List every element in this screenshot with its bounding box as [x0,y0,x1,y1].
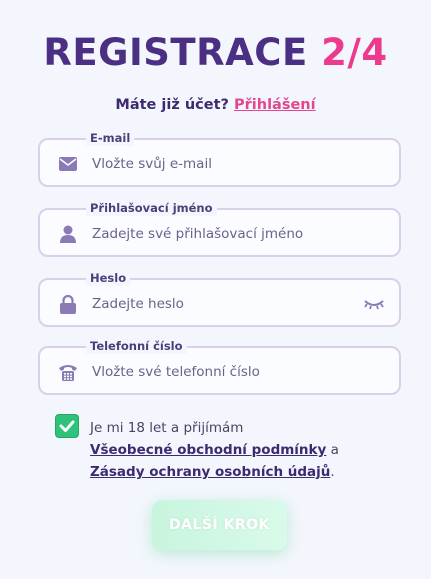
title-main: REGISTRACE [43,31,308,74]
consent-end: . [330,464,335,480]
envelope-icon [58,154,78,174]
phone-label: Telefonní číslo [86,338,187,354]
username-label: Přihlašovací jméno [86,200,217,216]
page-title: REGISTRACE 2/4 [0,30,431,76]
login-prompt-text: Máte již účet? [115,97,229,113]
email-field[interactable]: E-mail Vložte svůj e-mail [38,130,401,187]
consent-and: a [330,442,339,458]
username-field[interactable]: Přihlašovací jméno Zadejte své přihlašov… [38,200,401,257]
username-input[interactable]: Zadejte své přihlašovací jméno [92,225,303,243]
terms-link[interactable]: Všeobecné obchodní podmínky [90,442,326,458]
next-step-button[interactable]: DALŠÍ KROK [152,500,287,550]
email-input[interactable]: Vložte svůj e-mail [92,155,212,173]
phone-field[interactable]: Telefonní číslo Vložte své telefonní čís… [38,338,401,395]
check-icon [59,420,75,432]
phone-icon [58,362,78,382]
consent-intro: Je mi 18 let a přijímám [90,420,244,436]
email-label: E-mail [86,130,135,146]
login-prompt: Máte již účet? Přihlášení [0,97,431,113]
password-label: Heslo [86,270,131,286]
login-link[interactable]: Přihlášení [234,97,316,113]
consent-text: Je mi 18 let a přijímám Všeobecné obchod… [90,417,390,483]
user-icon [58,224,78,244]
eye-closed-icon[interactable] [363,296,385,312]
password-input[interactable]: Zadejte heslo [92,295,184,313]
title-step: 2/4 [321,31,388,74]
password-field[interactable]: Heslo Zadejte heslo [38,270,401,327]
privacy-link[interactable]: Zásady ochrany osobních údajů [90,464,330,480]
consent-checkbox[interactable] [55,414,79,438]
phone-input[interactable]: Vložte své telefonní číslo [92,363,260,381]
lock-icon [58,294,78,314]
